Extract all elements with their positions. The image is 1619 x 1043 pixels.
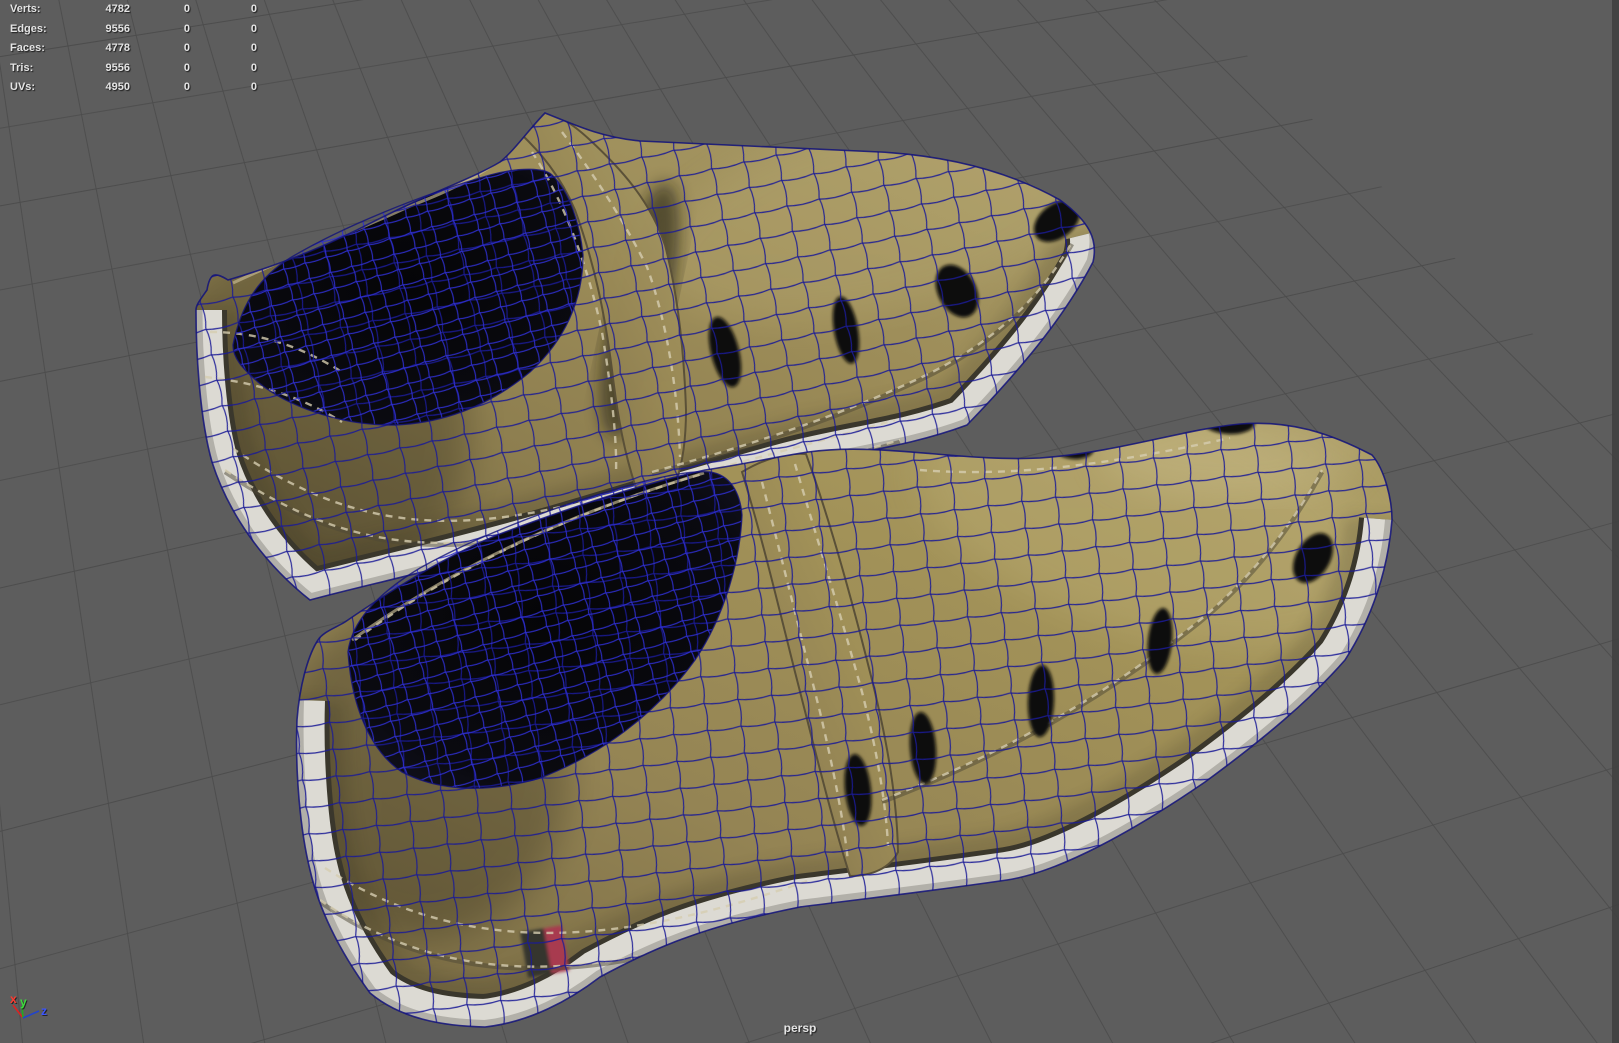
hud-value: 0 [183,81,190,93]
scene-canvas [0,0,1619,1043]
hud-value: 4778 [105,42,130,54]
hud-label: Verts: [10,3,41,15]
hud-value: 0 [183,22,190,35]
hud-value: 4782 [105,3,130,15]
hud-value: 0 [250,22,257,35]
hud-row: Verts: 4782 0 0 [0,0,280,20]
hud-value: 0 [183,61,190,74]
hud-value: 4950 [105,81,130,93]
hud-value: 9556 [105,22,130,35]
hud-label: Tris: [10,61,34,74]
viewport-right-edge [1612,0,1619,1043]
hud-value: 0 [183,3,190,15]
z-axis-line [22,1010,40,1019]
hud-row: Edges: 9556 0 0 [0,20,280,40]
hud-value: 0 [250,61,257,74]
hud-value: 0 [250,42,257,54]
hud-value: 9556 [105,61,130,74]
3d-viewport[interactable]: Verts: 4782 0 0 Edges: 9556 0 0 Faces: 4… [0,0,1619,1043]
poly-count-hud: Verts: 4782 0 0 Edges: 9556 0 0 Faces: 4… [0,0,280,98]
x-axis-label: x [10,992,17,1006]
hud-row: Faces: 4778 0 0 [0,39,280,59]
hud-label: UVs: [10,81,36,93]
hud-label: Edges: [10,22,47,35]
hud-value: 0 [250,3,257,15]
hud-row: UVs: 4950 0 0 [0,78,280,98]
axis-gizmo: x y z [10,992,47,1019]
z-axis-label: z [41,1004,47,1018]
hud-value: 0 [183,42,190,54]
y-axis-label: y [20,995,27,1009]
hud-value: 0 [250,81,257,93]
camera-name-label: persp [783,1021,817,1035]
hud-label: Faces: [10,42,45,54]
hud-row: Tris: 9556 0 0 [0,59,280,79]
